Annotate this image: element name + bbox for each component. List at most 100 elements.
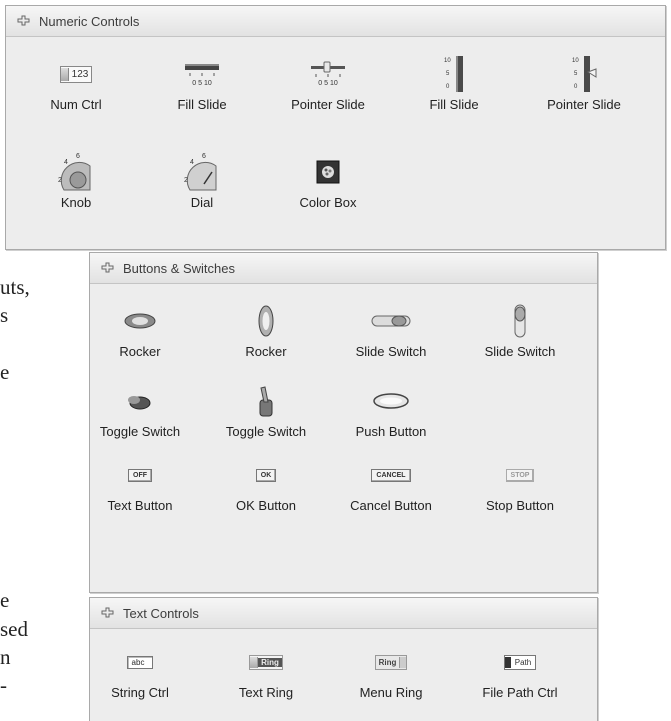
item-label: Menu Ring bbox=[359, 685, 423, 700]
svg-text:0 5 10: 0 5 10 bbox=[192, 80, 212, 87]
item-label: Cancel Button bbox=[350, 498, 432, 513]
palette-item-pointer-slide-vertical[interactable]: 10 5 0 Pointer Slide bbox=[526, 54, 642, 112]
item-label: Stop Button bbox=[486, 498, 554, 513]
pin-icon[interactable] bbox=[100, 605, 116, 621]
palette-titlebar: Text Controls bbox=[90, 598, 597, 629]
cancel-button-icon: CANCEL bbox=[371, 468, 411, 482]
item-label: Knob bbox=[60, 195, 92, 210]
stop-button-icon: STOP bbox=[505, 468, 535, 482]
palette-item-color-box[interactable]: Color Box bbox=[270, 152, 386, 210]
dial-icon: 2 4 6 bbox=[184, 153, 217, 191]
svg-text:5: 5 bbox=[574, 71, 578, 77]
vertical-fill-slide-icon: 10 5 0 bbox=[444, 56, 463, 92]
svg-text:4: 4 bbox=[64, 159, 68, 166]
menu-ring-icon: Ring bbox=[374, 654, 408, 670]
background-text: e bbox=[0, 588, 10, 612]
svg-text:2: 2 bbox=[184, 177, 188, 184]
item-label: OK Button bbox=[236, 498, 296, 513]
item-label: Push Button bbox=[355, 424, 427, 439]
item-label: Text Button bbox=[107, 498, 173, 513]
palette-item-toggle-switch[interactable]: Toggle Switch bbox=[82, 381, 198, 439]
svg-text:2: 2 bbox=[58, 177, 62, 184]
svg-text:0: 0 bbox=[446, 84, 450, 90]
vertical-rocker-icon bbox=[258, 305, 274, 337]
vertical-pointer-slide-icon: 10 5 0 bbox=[572, 56, 597, 92]
palette-titlebar: Numeric Controls bbox=[6, 6, 665, 37]
palette-item-fill-slide-horizontal[interactable]: 0 5 10 Fill Slide bbox=[144, 54, 260, 112]
numeric-controls-palette: Numeric Controls 123 Num Ctrl 0 5 10 Fil… bbox=[5, 5, 666, 250]
knob-icon: 2 4 6 bbox=[58, 153, 91, 191]
background-text: s bbox=[0, 303, 9, 327]
svg-text:5: 5 bbox=[446, 71, 450, 77]
background-text: uts, bbox=[0, 275, 30, 299]
ok-button-icon: OK bbox=[255, 468, 277, 482]
item-label: Fill Slide bbox=[177, 97, 227, 112]
item-label: Rocker bbox=[119, 344, 161, 359]
palette-item-rocker-vertical[interactable]: Rocker bbox=[208, 301, 324, 359]
item-label: Dial bbox=[190, 195, 214, 210]
pin-icon[interactable] bbox=[16, 13, 32, 29]
palette-item-toggle-switch-lever[interactable]: Toggle Switch bbox=[208, 381, 324, 439]
item-label: Pointer Slide bbox=[291, 97, 365, 112]
palette-item-knob[interactable]: 2 4 6 Knob bbox=[18, 152, 134, 210]
toggle-switch-lever-icon bbox=[259, 386, 273, 417]
item-label: Fill Slide bbox=[429, 97, 479, 112]
svg-text:6: 6 bbox=[202, 153, 206, 160]
num-ctrl-icon: 123 bbox=[59, 65, 93, 83]
palette-title: Numeric Controls bbox=[39, 13, 140, 29]
toggle-switch-icon bbox=[128, 396, 151, 410]
palette-title: Buttons & Switches bbox=[123, 260, 235, 276]
palette-item-file-path-ctrl[interactable]: Path File Path Ctrl bbox=[462, 642, 578, 700]
item-label: Rocker bbox=[245, 344, 287, 359]
palette-item-string-ctrl[interactable]: abc String Ctrl bbox=[82, 642, 198, 700]
palette-item-dial[interactable]: 2 4 6 Dial bbox=[144, 152, 260, 210]
palette-item-push-button[interactable]: Push Button bbox=[333, 381, 449, 439]
vertical-slide-switch-icon bbox=[514, 304, 526, 338]
item-label: Text Ring bbox=[238, 685, 294, 700]
text-button-icon: OFF bbox=[128, 468, 152, 482]
string-ctrl-icon: abc bbox=[126, 655, 154, 669]
palette-item-slide-switch-horizontal[interactable]: Slide Switch bbox=[333, 301, 449, 359]
file-path-ctrl-icon: Path bbox=[503, 654, 537, 670]
palette-item-pointer-slide-horizontal[interactable]: 0 5 10 Pointer Slide bbox=[270, 54, 386, 112]
svg-text:4: 4 bbox=[190, 159, 194, 166]
item-label: Color Box bbox=[299, 195, 357, 210]
item-label: Toggle Switch bbox=[225, 424, 307, 439]
palette-item-stop-button[interactable]: STOP Stop Button bbox=[462, 455, 578, 513]
item-label: Num Ctrl bbox=[50, 97, 102, 112]
background-text: sed bbox=[0, 617, 28, 641]
horizontal-fill-slide-icon: 0 5 10 bbox=[185, 64, 219, 87]
palette-title: Text Controls bbox=[123, 605, 199, 621]
item-label: Slide Switch bbox=[355, 344, 427, 359]
item-label: File Path Ctrl bbox=[482, 685, 558, 700]
palette-item-text-ring[interactable]: Ring Text Ring bbox=[208, 642, 324, 700]
svg-text:0 5 10: 0 5 10 bbox=[318, 80, 338, 87]
svg-text:10: 10 bbox=[572, 58, 579, 64]
pin-icon[interactable] bbox=[100, 260, 116, 276]
color-box-icon bbox=[316, 160, 340, 184]
text-controls-palette: Text Controls abc String Ctrl Ring Text … bbox=[89, 597, 598, 721]
horizontal-slide-switch-icon bbox=[371, 315, 411, 327]
item-label: String Ctrl bbox=[111, 685, 169, 700]
background-text: n bbox=[0, 645, 11, 669]
palette-item-menu-ring[interactable]: Ring Menu Ring bbox=[333, 642, 449, 700]
svg-text:6: 6 bbox=[76, 153, 80, 160]
background-text: e bbox=[0, 360, 10, 384]
palette-item-slide-switch-vertical[interactable]: Slide Switch bbox=[462, 301, 578, 359]
palette-item-num-ctrl[interactable]: 123 Num Ctrl bbox=[18, 54, 134, 112]
text-ring-icon: Ring bbox=[249, 654, 283, 670]
palette-item-cancel-button[interactable]: CANCEL Cancel Button bbox=[333, 455, 449, 513]
buttons-switches-palette: Buttons & Switches Rocker Rocker Slide S… bbox=[89, 252, 598, 593]
palette-item-text-button[interactable]: OFF Text Button bbox=[82, 455, 198, 513]
svg-text:0: 0 bbox=[574, 84, 578, 90]
item-label: Toggle Switch bbox=[99, 424, 181, 439]
horizontal-pointer-slide-icon: 0 5 10 bbox=[311, 61, 345, 87]
svg-text:10: 10 bbox=[444, 58, 451, 64]
palette-titlebar: Buttons & Switches bbox=[90, 253, 597, 284]
push-button-icon bbox=[373, 393, 409, 409]
palette-item-rocker-horizontal[interactable]: Rocker bbox=[82, 301, 198, 359]
palette-item-ok-button[interactable]: OK OK Button bbox=[208, 455, 324, 513]
background-text: - bbox=[0, 673, 7, 697]
horizontal-rocker-icon bbox=[124, 313, 156, 329]
palette-item-fill-slide-vertical[interactable]: 10 5 0 Fill Slide bbox=[396, 54, 512, 112]
